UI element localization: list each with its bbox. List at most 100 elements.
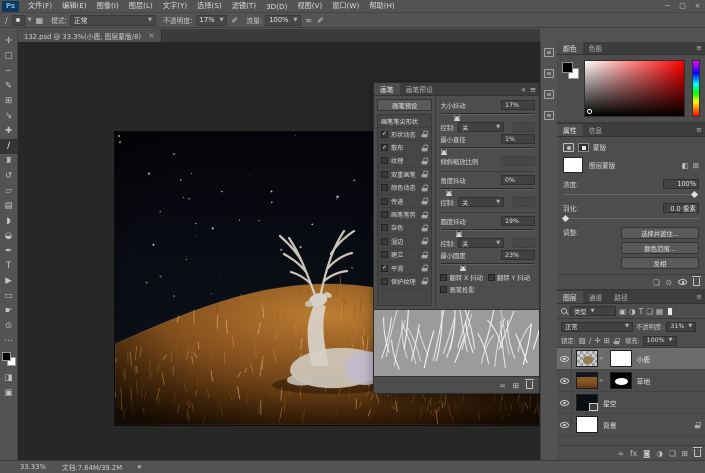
brush-setting-value[interactable]: 0% (501, 175, 535, 185)
invert-button[interactable]: 反相 (621, 257, 699, 269)
pen-tool[interactable]: ✒ (0, 244, 18, 259)
new-layer-icon[interactable]: ⊞ (682, 449, 688, 458)
brush-option-row-11[interactable]: 保护纹理 (378, 275, 431, 288)
properties-panel-menu-icon[interactable]: ≡ (696, 126, 702, 134)
layer-visibility-cell[interactable] (557, 414, 572, 435)
dodge-tool[interactable]: ◒ (0, 229, 18, 244)
brush-panel-tab-0[interactable]: 画笔 (374, 83, 400, 95)
layer-visibility-cell[interactable] (557, 392, 572, 413)
zoom-tool[interactable]: ⊙ (0, 319, 18, 334)
eyedropper-tool[interactable]: ⇘ (0, 109, 18, 124)
color-range-button[interactable]: 颜色范围... (621, 242, 699, 254)
document-tab[interactable]: 132.psd @ 33.3%(小鹿, 图层蒙版/8) × (18, 29, 162, 42)
layer-name[interactable]: 小鹿 (637, 354, 651, 364)
zoom-level[interactable]: 33.33% (20, 463, 46, 471)
lock-icon[interactable] (422, 238, 428, 245)
density-value[interactable]: 100% (663, 179, 699, 189)
checkbox-checked[interactable] (381, 131, 388, 138)
lock-pixels-icon[interactable]: ∕ (589, 336, 592, 345)
brush-setting-value[interactable]: 17% (501, 100, 535, 110)
layers-panel-tab-1[interactable]: 通道 (583, 291, 609, 303)
tools-ellipsis-icon[interactable]: ⋯ (0, 334, 18, 349)
menubar-item-4[interactable]: 文字(Y) (158, 1, 192, 11)
eye-icon[interactable] (560, 400, 569, 406)
layer-filter-toggle[interactable] (667, 307, 673, 316)
brush-option-row-0[interactable]: 形状动态 (378, 128, 431, 141)
slider-thumb[interactable] (441, 149, 447, 155)
menubar-item-5[interactable]: 选择(S) (192, 1, 227, 11)
flow-select[interactable]: 100%▼ (265, 15, 301, 26)
add-layer-mask-icon[interactable]: ◙ (643, 449, 650, 458)
eraser-tool[interactable]: ▱ (0, 184, 18, 199)
layer-thumbnail[interactable] (576, 372, 598, 389)
lock-icon[interactable] (422, 265, 428, 272)
checkbox-unchecked[interactable] (440, 274, 447, 281)
filter-smart-objects-icon[interactable]: ▦ (656, 307, 663, 316)
brush-tool[interactable]: ∕ (0, 139, 18, 154)
menubar-item-7[interactable]: 3D(D) (261, 2, 292, 11)
eye-icon[interactable] (560, 356, 569, 362)
shape-tool[interactable]: ▭ (0, 289, 18, 304)
create-new-brush-icon[interactable]: ⊞ (513, 381, 519, 390)
brush-slider-1[interactable] (441, 112, 534, 120)
slider-thumb[interactable] (460, 265, 466, 271)
properties-panel-tab-1[interactable]: 信息 (583, 124, 609, 136)
new-adjustment-layer-icon[interactable]: ◑ (656, 449, 663, 458)
brush-option-row-5[interactable]: 传递 (378, 195, 431, 208)
layer-name[interactable]: 背景 (603, 420, 617, 430)
brush-slider-8[interactable] (441, 187, 534, 195)
move-tool[interactable]: ✛ (0, 34, 18, 49)
layers-opacity-select[interactable]: 31%▼ (666, 322, 696, 332)
brush-slider-4[interactable] (441, 146, 534, 154)
layer-name[interactable]: 草地 (637, 376, 651, 386)
lock-all-icon[interactable] (614, 337, 620, 343)
checkbox-unchecked[interactable] (381, 224, 388, 231)
brush-setting-value[interactable]: 23% (501, 250, 535, 260)
hue-slider[interactable] (692, 60, 700, 117)
feather-slider-thumb[interactable] (562, 215, 569, 222)
lasso-tool[interactable]: ∽ (0, 64, 18, 79)
layer-thumbnail[interactable] (576, 416, 598, 433)
color-panel-menu-icon[interactable]: ≡ (696, 44, 702, 52)
screen-mode-icon[interactable]: ▣ (0, 386, 18, 401)
panel-menu-icon[interactable]: ≡ (530, 85, 536, 94)
layer-thumbnail[interactable] (576, 394, 598, 411)
minimize-button[interactable]: ─ (660, 2, 675, 10)
control-select[interactable]: 关▼ (458, 238, 504, 248)
close-icon[interactable]: × (148, 31, 155, 40)
brush-option-row-7[interactable]: 杂色 (378, 222, 431, 235)
layer-row-1[interactable]: ∞草地 (557, 370, 705, 392)
layer-thumbnail[interactable] (576, 350, 598, 367)
quick-mask-icon[interactable]: ◨ (0, 371, 18, 386)
menubar-item-8[interactable]: 视图(V) (292, 1, 327, 11)
layer-row-3[interactable]: 背景 (557, 414, 705, 436)
blend-mode-select[interactable]: 正常▼ (561, 322, 633, 332)
checkbox-unchecked[interactable] (381, 251, 388, 258)
layer-filter-type-select[interactable]: 类型▼ (570, 306, 616, 316)
chevron-down-icon[interactable]: ▼ (28, 18, 32, 23)
brush-stroke-toggle-icon[interactable]: ≈ (499, 381, 505, 390)
foreground-background-swatches[interactable] (1, 352, 17, 368)
type-tool[interactable]: T (0, 259, 18, 274)
properties-panel-tab-0[interactable]: 属性 (557, 124, 583, 136)
menubar-item-2[interactable]: 图像(I) (92, 1, 124, 11)
lock-icon[interactable] (422, 171, 428, 178)
maximize-button[interactable]: □ (675, 2, 690, 10)
filter-adjustment-layers-icon[interactable]: ◑ (629, 307, 636, 316)
airbrush-icon[interactable]: ≈ (304, 16, 313, 25)
filter-pixel-layers-icon[interactable]: ▣ (619, 307, 626, 316)
menubar-item-10[interactable]: 帮助(H) (364, 1, 399, 11)
filter-type-layers-icon[interactable]: T (639, 307, 644, 316)
lock-icon[interactable] (422, 225, 428, 232)
clone-stamp-tool[interactable]: ♜ (0, 154, 18, 169)
lock-icon[interactable] (422, 251, 428, 258)
brush-checkbox-item[interactable]: 翻转 X 抖动 (440, 273, 483, 282)
brush-tool-icon[interactable]: ∕ (4, 16, 9, 25)
lock-position-icon[interactable]: ✛ (594, 336, 600, 345)
checkbox-unchecked[interactable] (381, 157, 388, 164)
menubar-item-6[interactable]: 滤镜(T) (227, 1, 261, 11)
checkbox-checked[interactable] (381, 265, 388, 272)
layer-visibility-cell[interactable] (557, 348, 572, 369)
foreground-color-swatch[interactable] (562, 62, 573, 73)
brush-setting-value[interactable]: 1% (501, 134, 535, 144)
